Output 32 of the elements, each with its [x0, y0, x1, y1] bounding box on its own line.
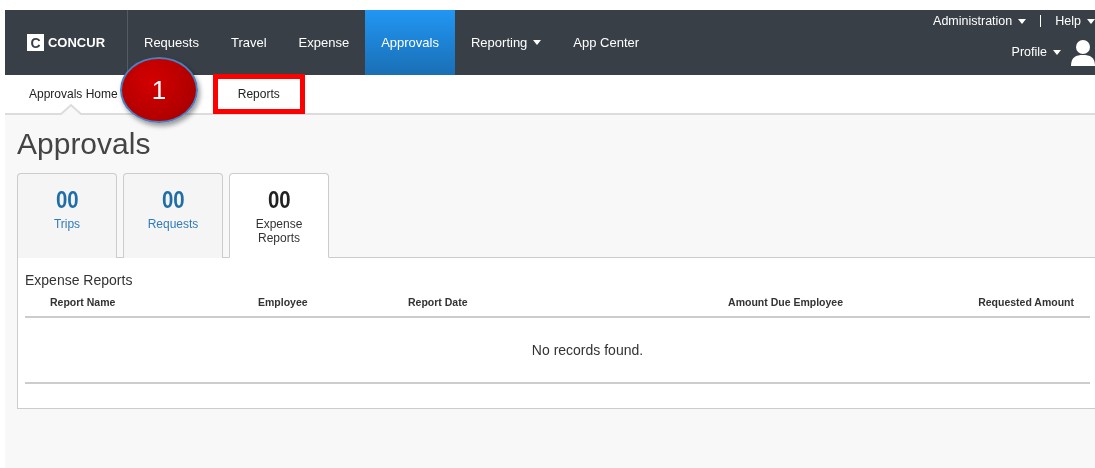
subnav-link[interactable]: Approvals Home — [5, 87, 118, 101]
summary-tab[interactable]: 00 Trips — [17, 173, 117, 258]
nav-tab[interactable]: Travel — [214, 10, 283, 75]
tab-count: 00 — [55, 186, 79, 214]
nav-tab[interactable]: Approvals — [365, 10, 455, 75]
nav-tab[interactable]: Reporting — [454, 10, 558, 75]
panel-title: Expense Reports — [25, 272, 134, 288]
summary-tab[interactable]: 00 Requests — [123, 173, 223, 258]
column-header: Report Name — [50, 296, 117, 308]
nav-tab[interactable]: Expense — [282, 10, 366, 75]
tab-label: Trips — [52, 217, 82, 231]
caret-icon — [1053, 49, 1061, 55]
column-header: Employee — [258, 296, 309, 308]
tab-label: Requests — [146, 217, 200, 231]
concur-logo[interactable]: C CONCUR — [5, 10, 128, 75]
logo-name: CONCUR — [47, 35, 106, 50]
tab-count: 00 — [267, 186, 291, 214]
column-header: Requested Amount — [977, 296, 1075, 308]
empty-message: No records found. — [530, 342, 644, 358]
user-avatar-icon[interactable] — [1071, 38, 1095, 66]
profile-menu[interactable]: Profile — [1011, 45, 1061, 59]
tab-count: 00 — [161, 186, 185, 214]
menu-link[interactable]: Administration — [933, 14, 1027, 28]
page-title: Approvals — [17, 127, 152, 161]
subnav-link[interactable]: Reports — [212, 74, 305, 114]
column-header: Report Date — [408, 296, 469, 308]
tab-label: Expense Reports — [254, 217, 304, 245]
summary-tab[interactable]: 00 Expense Reports — [229, 173, 329, 258]
column-header: Amount Due Employee — [727, 296, 844, 308]
menu-link[interactable]: Help — [1055, 14, 1095, 28]
logo-mark: C — [26, 34, 44, 51]
nav-tab[interactable]: App Center — [557, 10, 656, 75]
